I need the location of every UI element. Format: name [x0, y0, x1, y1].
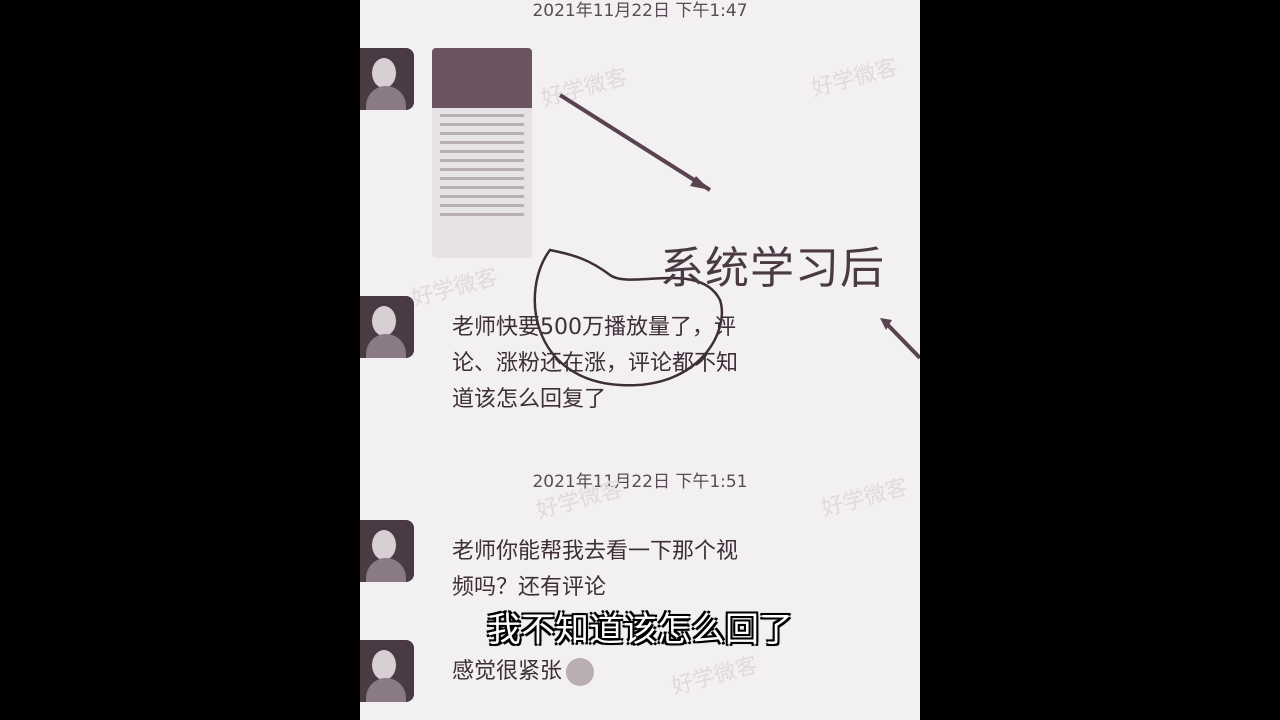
- avatar: [360, 296, 414, 358]
- chat-message: 感觉很紧张: [452, 654, 595, 690]
- annotation-label: 系统学习后: [660, 243, 885, 294]
- video-subtitle: 我不知道该怎么回了: [487, 610, 793, 650]
- chat-message: 老师你能帮我去看一下那个视 频吗？还有评论: [452, 539, 739, 600]
- sweat-emoji-icon: [566, 658, 595, 686]
- chat-message: 老师快要500万播放量了，评 论、涨粉还在涨，评论都不知 道该怎么回复了: [452, 315, 739, 412]
- avatar: [360, 520, 414, 582]
